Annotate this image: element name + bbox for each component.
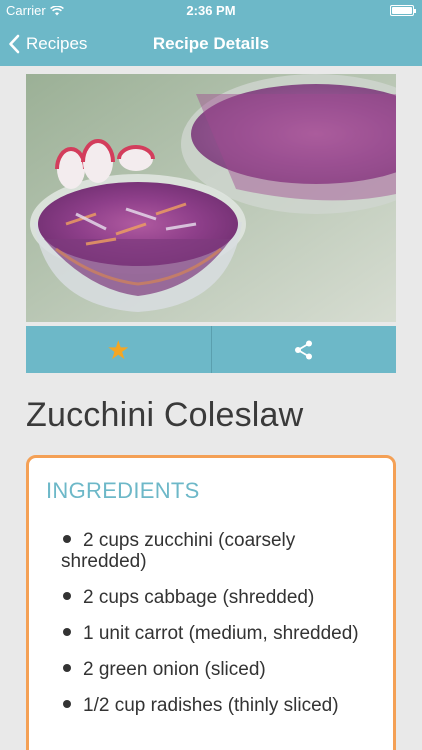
ingredient-item: 2 cups zucchini (coarsely shredded) [61,530,381,572]
ingredients-heading: INGREDIENTS [46,478,200,503]
ingredient-text: 2 green onion (sliced) [83,659,266,680]
star-icon: ★ [106,334,130,365]
battery-icon [390,5,416,16]
favorite-button[interactable]: ★ [26,326,211,373]
ingredient-item: 2 green onion (sliced) [61,659,381,680]
ingredients-list: 2 cups zucchini (coarsely shredded) 2 cu… [61,530,381,731]
ingredient-item: 1 unit carrot (medium, shredded) [61,623,381,644]
navigation-bar: Recipes Recipe Details [0,22,422,66]
ingredient-text: 1 unit carrot (medium, shredded) [83,623,359,644]
coleslaw-image [26,74,396,322]
top-bar: Carrier 2:36 PM Recipes Recipe Details [0,0,422,66]
ingredient-item: 2 cups cabbage (shredded) [61,587,381,608]
bullet-icon [63,699,71,708]
status-bar: Carrier 2:36 PM [0,0,422,22]
ingredient-text: 2 cups zucchini (coarsely shredded) [61,530,296,572]
ingredient-text: 2 cups cabbage (shredded) [83,587,315,608]
bullet-icon [63,663,71,672]
ingredients-card: INGREDIENTS 2 cups zucchini (coarsely sh… [26,455,396,750]
recipe-title: Zucchini Coleslaw [26,396,304,434]
recipe-photo [26,74,396,322]
bullet-icon [63,591,71,600]
ingredient-item: 1/2 cup radishes (thinly sliced) [61,695,381,716]
bullet-icon [63,627,71,636]
bullet-icon [63,534,71,543]
action-bar: ★ [26,326,396,373]
share-icon [294,340,312,359]
ingredient-text: 1/2 cup radishes (thinly sliced) [83,695,339,716]
status-time: 2:36 PM [186,3,236,18]
share-button[interactable] [210,326,397,373]
page-title: Recipe Details [152,34,270,53]
